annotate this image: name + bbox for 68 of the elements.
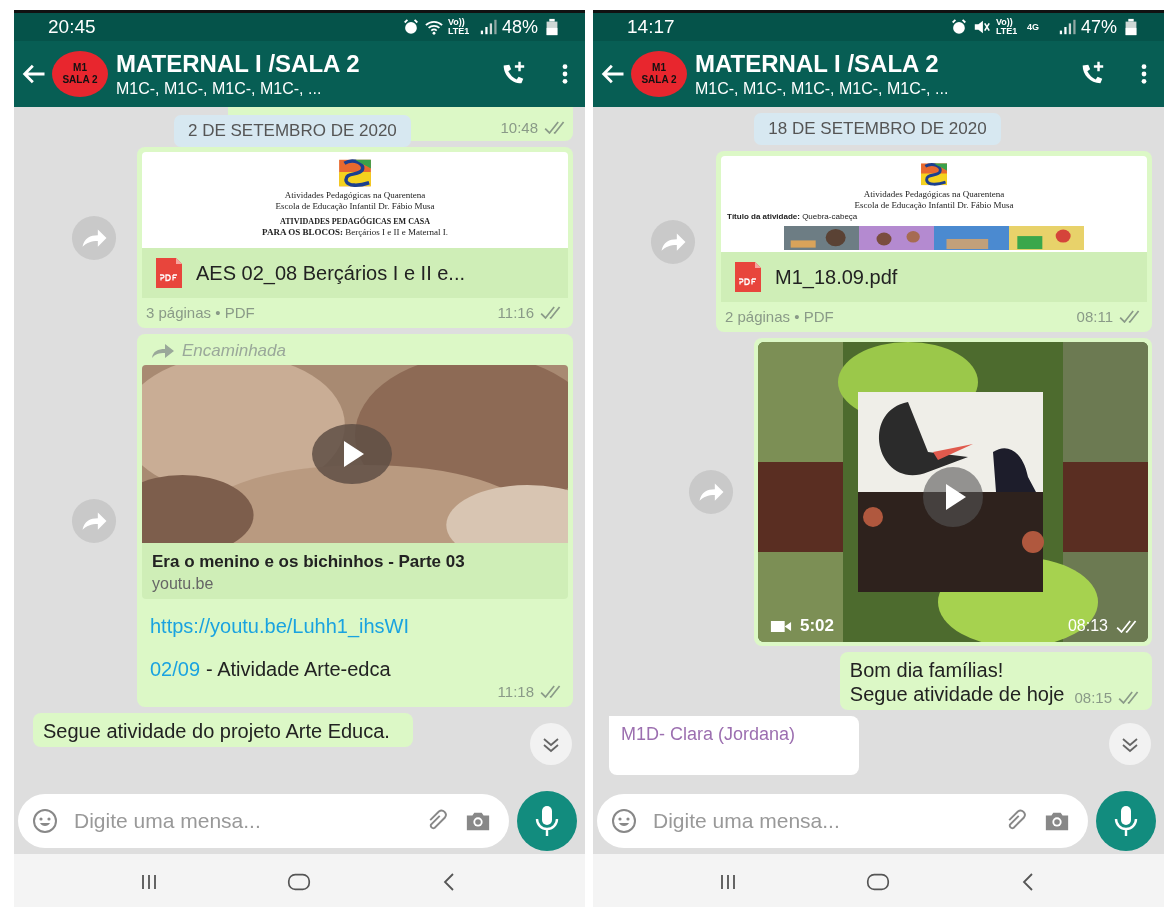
message-text: Segue atividade do projeto Arte Educa. bbox=[43, 720, 390, 742]
link-title: Era o menino e os bichinhos - Parte 03 bbox=[152, 551, 466, 573]
pdf-icon bbox=[154, 256, 184, 290]
mute-icon bbox=[972, 18, 991, 36]
message-time: 11:18 bbox=[497, 683, 534, 700]
scroll-down-button[interactable] bbox=[1108, 722, 1152, 766]
clock-time: 20:45 bbox=[48, 16, 96, 38]
scroll-down-button[interactable] bbox=[529, 722, 573, 766]
document-text: Atividades Pedagógicas na Quarentena bbox=[284, 190, 426, 201]
file-row[interactable]: M1_18.09.pdf bbox=[721, 252, 1147, 302]
document-text: Escola de Educação Infantil Dr. Fábio Musa bbox=[275, 201, 435, 212]
signal-icon bbox=[478, 18, 497, 36]
signal-icon bbox=[1057, 18, 1076, 36]
wifi-icon bbox=[424, 18, 443, 36]
message-time: 10:48 bbox=[500, 119, 538, 136]
file-name: M1_18.09.pdf bbox=[775, 265, 898, 289]
network-label: Vo)) LTE1 bbox=[995, 18, 1019, 36]
message-field[interactable]: Digite uma mensa... bbox=[597, 794, 1088, 848]
emoji-icon[interactable] bbox=[611, 808, 637, 834]
message-time: 08:13 bbox=[1067, 617, 1108, 635]
microphone-button[interactable] bbox=[517, 791, 577, 851]
network-label: 4G bbox=[1026, 22, 1040, 32]
menu-icon[interactable] bbox=[1140, 63, 1148, 85]
message-field[interactable]: Digite uma mensa... bbox=[18, 794, 509, 848]
document-text: Escola de Educação Infantil Dr. Fábio Musa bbox=[854, 199, 1014, 211]
pdf-icon bbox=[733, 260, 763, 294]
file-info: 3 páginas • PDF bbox=[146, 304, 255, 321]
document-text: Título da atividade: Quebra-cabeça bbox=[727, 210, 858, 222]
document-preview[interactable]: Atividades Pedagógicas na Quarentena Escola de Educação Infantil Dr. Fábio Musa ATIVIDADES PEDAGÓGICAS EM CASA PARA OS BLOCOS: Berçários I e II e Maternal I. bbox=[142, 152, 568, 248]
link-preview[interactable]: Era o menino e os bichinhos - Parte 03 youtu.be bbox=[142, 365, 568, 599]
school-logo-icon bbox=[337, 158, 373, 188]
document-preview[interactable]: Atividades Pedagógicas na Quarentena Escola de Educação Infantil Dr. Fábio Musa Título da atividade: Quebra-cabeça bbox=[721, 156, 1147, 252]
message-time: 08:15 bbox=[1074, 689, 1112, 706]
alarm-icon bbox=[401, 18, 420, 36]
battery-level: 48% bbox=[501, 16, 538, 38]
message-time: 08:11 bbox=[1076, 308, 1113, 325]
group-title[interactable]: MATERNAL I /SALA 2 bbox=[116, 50, 499, 78]
date-chip: 2 DE SETEMBRO DE 2020 bbox=[174, 115, 411, 147]
file-info: 2 páginas • PDF bbox=[725, 308, 834, 325]
group-avatar[interactable]: M1 SALA 2 bbox=[631, 51, 687, 97]
forwarded-label: Encaminhada bbox=[182, 341, 286, 361]
emoji-icon[interactable] bbox=[32, 808, 58, 834]
message-text: - Atividade Arte-edca bbox=[206, 658, 391, 681]
menu-icon[interactable] bbox=[561, 63, 569, 85]
network-label: Vo)) LTE1 bbox=[447, 18, 471, 36]
alarm-icon bbox=[949, 18, 968, 36]
file-name: AES 02_08 Berçários I e II e... bbox=[196, 261, 466, 285]
group-avatar[interactable]: M1 SALA 2 bbox=[52, 51, 108, 97]
document-heading: ATIVIDADES PEDAGÓGICAS EM CASA bbox=[280, 216, 430, 227]
forwarded-icon bbox=[150, 343, 176, 359]
video-duration: 5:02 bbox=[800, 616, 836, 636]
microphone-button[interactable] bbox=[1096, 791, 1156, 851]
date-chip: 18 DE SETEMBRO DE 2020 bbox=[754, 113, 1001, 145]
video-camera-icon bbox=[770, 618, 792, 634]
message-time: 11:16 bbox=[497, 304, 534, 321]
group-members: M1C-, M1C-, M1C-, M1C-, M1C-, ... bbox=[695, 80, 950, 98]
battery-level: 47% bbox=[1080, 16, 1117, 38]
play-button[interactable] bbox=[923, 467, 983, 527]
group-title[interactable]: MATERNAL I /SALA 2 bbox=[695, 50, 1078, 78]
document-text: Atividades Pedagógicas na Quarentena bbox=[863, 188, 1005, 200]
sender-name: M1D- Clara (Jordana) bbox=[621, 724, 796, 744]
message-text: Bom dia famílias! Segue atividade de hoje bbox=[849, 659, 1065, 705]
clock-time: 14:17 bbox=[627, 16, 675, 38]
group-members: M1C-, M1C-, M1C-, M1C-, ... bbox=[116, 80, 323, 98]
document-text: PARA OS BLOCOS: Berçários I e II e Maternal I. bbox=[262, 227, 448, 238]
file-row[interactable]: AES 02_08 Berçários I e II e... bbox=[142, 248, 568, 298]
link-domain: youtu.be bbox=[152, 575, 215, 593]
play-button[interactable] bbox=[312, 424, 392, 484]
